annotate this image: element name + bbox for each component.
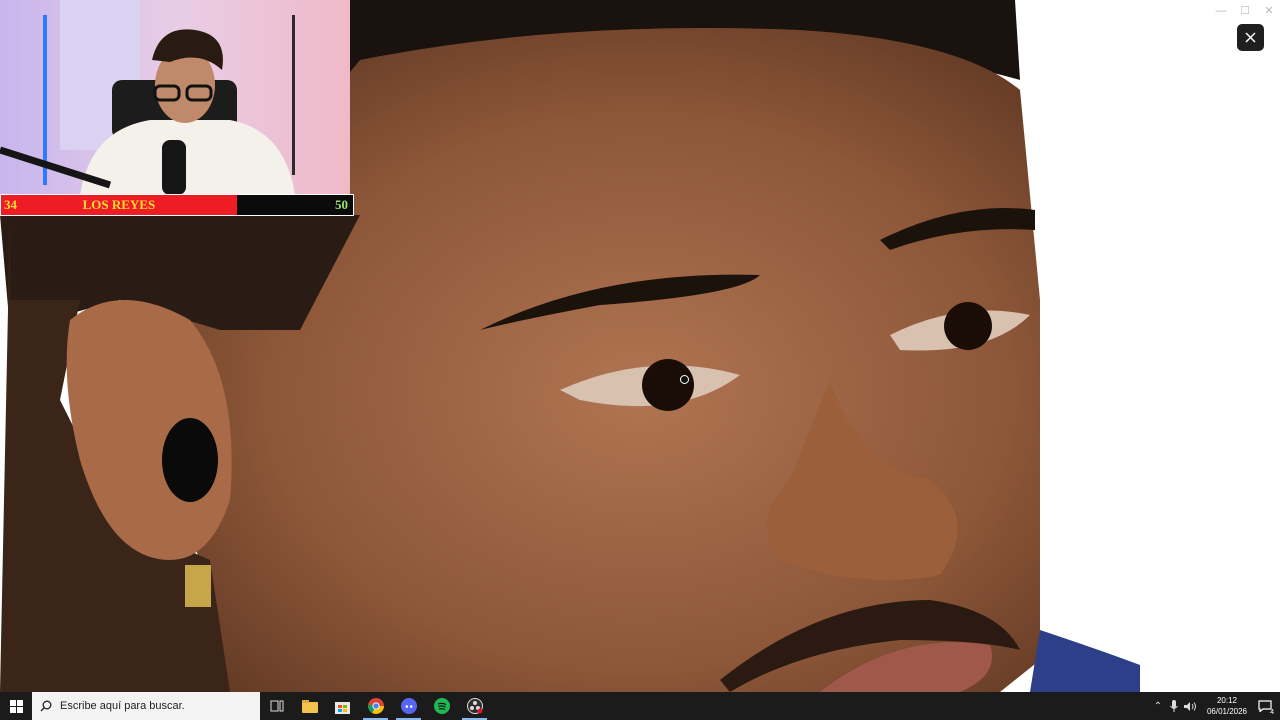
start-button[interactable]: [0, 692, 32, 720]
score-right: 50: [335, 197, 348, 212]
mouse-cursor: [680, 375, 689, 384]
file-explorer-icon: [301, 699, 318, 713]
window-close-icon[interactable]: ✕: [1256, 2, 1280, 20]
close-viewer-button[interactable]: [1237, 24, 1264, 51]
clock-date: 06/01/2026: [1206, 707, 1248, 716]
chrome-icon: [367, 698, 384, 714]
chevron-up-icon[interactable]: ⌃: [1150, 692, 1166, 720]
notification-count: 4: [1270, 709, 1274, 716]
taskbar-app-chrome[interactable]: [359, 692, 392, 720]
store-icon: [335, 701, 350, 714]
volume-icon[interactable]: [1182, 692, 1198, 720]
minimize-icon[interactable]: —: [1208, 2, 1234, 20]
score-bar-fill: 34 LOS REYES: [1, 195, 237, 215]
webcam-overlay: [0, 0, 350, 195]
clock-time: 20:12: [1216, 696, 1238, 705]
taskbar-app-store[interactable]: [326, 692, 359, 720]
search-placeholder: Escribe aquí para buscar.: [60, 700, 185, 712]
maximize-icon[interactable]: ☐: [1232, 2, 1258, 20]
discord-icon: [400, 698, 417, 714]
obs-icon: [466, 698, 483, 714]
taskbar-search-box[interactable]: Escribe aquí para buscar.: [32, 692, 260, 720]
taskbar-clock[interactable]: 20:12 06/01/2026: [1204, 695, 1250, 717]
windows-logo-icon: [9, 699, 23, 713]
close-icon: [1245, 32, 1256, 43]
microphone-icon[interactable]: [1166, 692, 1182, 720]
search-icon: [40, 700, 52, 712]
taskbar: Escribe aquí para buscar. ⌃ 20:12 06/01/…: [0, 692, 1280, 720]
score-title: LOS REYES: [82, 197, 156, 212]
taskbar-app-spotify[interactable]: [425, 692, 458, 720]
taskbar-app-discord[interactable]: [392, 692, 425, 720]
score-bar-remainder: 50: [236, 195, 353, 215]
notification-center-button[interactable]: 4: [1250, 692, 1280, 720]
task-view-button[interactable]: [260, 692, 293, 720]
taskbar-app-obs[interactable]: [458, 692, 491, 720]
system-tray: ⌃ 20:12 06/01/2026 4: [1150, 692, 1280, 720]
score-bar: 34 LOS REYES 50: [0, 194, 354, 216]
spotify-icon: [433, 698, 450, 714]
taskbar-app-file-explorer[interactable]: [293, 692, 326, 720]
task-view-icon: [270, 700, 283, 712]
